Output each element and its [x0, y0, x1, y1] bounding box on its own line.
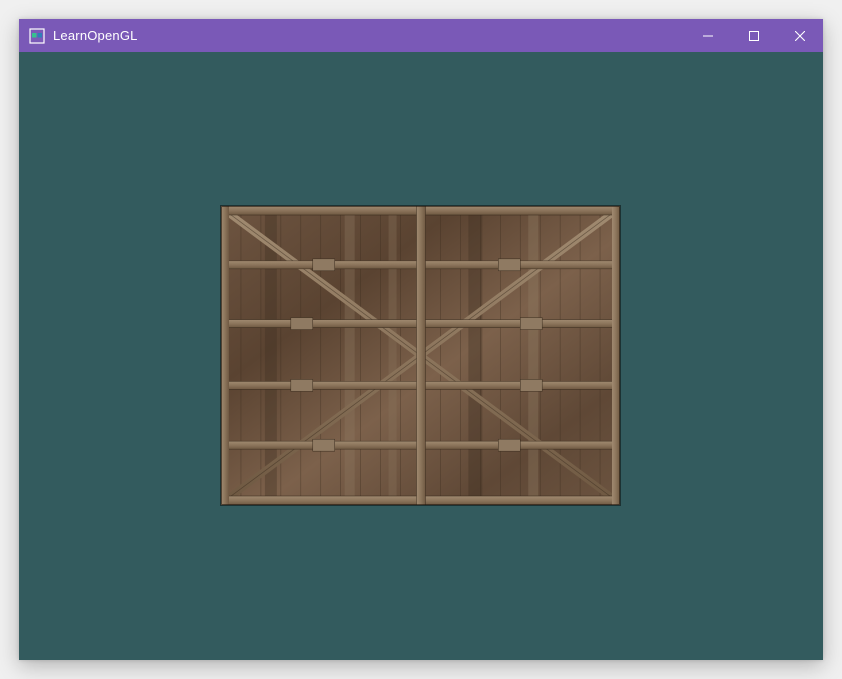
close-button[interactable] — [777, 19, 823, 52]
titlebar[interactable]: LearnOpenGL — [19, 19, 823, 52]
application-window: LearnOpenGL — [19, 19, 823, 660]
textured-quad — [220, 205, 621, 506]
window-controls — [685, 19, 823, 52]
window-app-icon — [29, 28, 45, 44]
window-title: LearnOpenGL — [53, 28, 685, 43]
minimize-button[interactable] — [685, 19, 731, 52]
maximize-button[interactable] — [731, 19, 777, 52]
opengl-viewport — [19, 52, 823, 660]
